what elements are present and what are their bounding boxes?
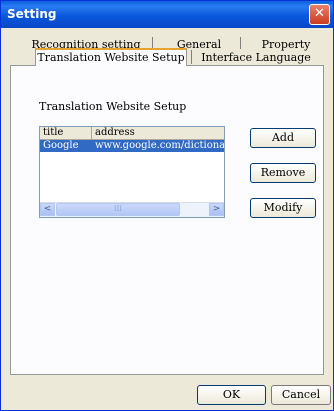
section-label: Translation Website Setup: [39, 100, 187, 113]
cancel-button[interactable]: Cancel: [271, 385, 331, 405]
ok-button[interactable]: OK: [197, 385, 266, 405]
close-icon[interactable]: ✕: [309, 4, 330, 25]
settings-dialog: Setting ✕ Recognition setting General Pr…: [0, 0, 334, 411]
tab-translation-website-setup[interactable]: Translation Website Setup: [35, 50, 187, 66]
list-row[interactable]: Google www.google.com/dictionary: [40, 140, 224, 152]
add-button[interactable]: Add: [250, 128, 316, 148]
row-title: Google: [43, 140, 79, 151]
row-address: www.google.com/dictionary: [95, 140, 225, 151]
scroll-left-icon[interactable]: <: [40, 203, 55, 216]
list-header: title address: [40, 127, 224, 140]
scroll-right-icon[interactable]: >: [209, 203, 224, 216]
scroll-thumb[interactable]: III: [56, 203, 180, 216]
window-title: Setting: [7, 7, 57, 21]
column-header-title[interactable]: title: [40, 127, 92, 139]
horizontal-scrollbar[interactable]: < III >: [40, 202, 224, 217]
column-header-address[interactable]: address: [92, 127, 224, 139]
tab-separator: [240, 37, 241, 49]
modify-button[interactable]: Modify: [250, 198, 316, 218]
website-list[interactable]: title address Google www.google.com/dict…: [39, 126, 225, 218]
tab-interface-language[interactable]: Interface Language: [197, 50, 315, 66]
title-bar[interactable]: Setting ✕: [1, 1, 333, 28]
tab-separator: [191, 50, 192, 64]
remove-button[interactable]: Remove: [250, 163, 316, 183]
